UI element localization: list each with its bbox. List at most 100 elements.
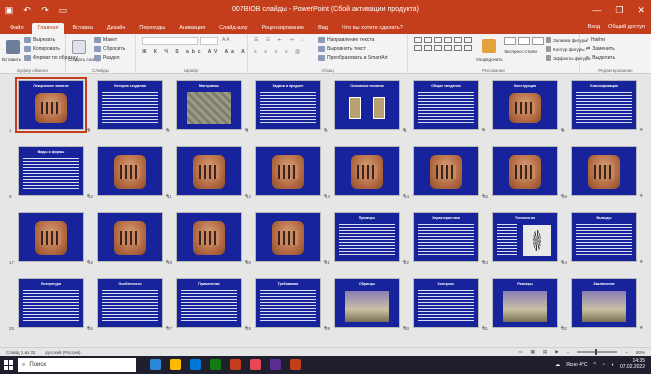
slide-thumbnail[interactable]: Конструкция: [492, 80, 558, 130]
find-button[interactable]: ⌕ Найти: [586, 37, 605, 43]
tab-6[interactable]: Слайд-шоу: [213, 23, 254, 34]
slide-thumbnail[interactable]: Выводы: [571, 212, 637, 262]
shapes-gallery[interactable]: [414, 37, 472, 51]
tab-3[interactable]: Дизайн: [101, 23, 132, 34]
taskbar-app-icon[interactable]: [210, 359, 221, 370]
taskbar-app-icon[interactable]: [230, 359, 241, 370]
zoom-in-icon[interactable]: +: [625, 350, 628, 355]
zoom-slider[interactable]: [577, 349, 618, 355]
taskbar-app-icon[interactable]: [270, 359, 281, 370]
arrange-icon[interactable]: [482, 39, 496, 53]
slide-thumbnail[interactable]: Контроль: [413, 278, 479, 328]
slide-thumbnail[interactable]: Требования: [255, 278, 321, 328]
taskbar-app-icon[interactable]: [190, 359, 201, 370]
close-button[interactable]: ✕: [637, 4, 645, 16]
transition-star-icon[interactable]: ★: [639, 127, 643, 133]
font-size-box[interactable]: [200, 37, 218, 45]
slide-thumbnail[interactable]: [571, 146, 637, 196]
slide-thumbnail[interactable]: Литература: [18, 278, 84, 328]
clock[interactable]: 14:35 07.02.2022: [620, 358, 645, 370]
paste-button[interactable]: Вставить: [2, 57, 21, 62]
weather-icon[interactable]: ☁: [555, 362, 560, 368]
chevron-up-icon[interactable]: ^: [594, 362, 596, 368]
slide-thumbnail[interactable]: [97, 212, 163, 262]
font-name-box[interactable]: [142, 37, 198, 45]
tab-4[interactable]: Переходы: [133, 23, 171, 34]
text-direction-button[interactable]: Направление текста: [318, 37, 374, 43]
slide-thumbnail[interactable]: [492, 146, 558, 196]
slide-thumbnail[interactable]: Задачи и предмет: [255, 80, 321, 130]
slide-thumbnail[interactable]: [255, 146, 321, 196]
shape-outline-button[interactable]: Контур фигуры: [546, 46, 584, 52]
tab-5[interactable]: Анимация: [173, 23, 211, 34]
align-buttons[interactable]: ≡ ≡ ≡ ≡ ▥: [254, 49, 303, 55]
volume-icon[interactable]: ◖: [611, 362, 614, 368]
reset-button[interactable]: Сбросить: [94, 46, 125, 52]
slide-thumbnail[interactable]: Технология: [492, 212, 558, 262]
slide-thumbnail[interactable]: Примеры: [334, 212, 400, 262]
tab-2[interactable]: Вставка: [66, 23, 98, 34]
font-format-buttons[interactable]: Ж К Ч S abc AV Aa A: [142, 49, 248, 55]
select-button[interactable]: ↖ Выделить: [586, 55, 615, 61]
paste-icon[interactable]: [6, 40, 20, 54]
replace-button[interactable]: ⇄ Заменить: [586, 46, 615, 52]
tab-8[interactable]: Вид: [312, 23, 334, 34]
slide-thumbnail[interactable]: История создания: [97, 80, 163, 130]
taskbar-app-icon[interactable]: [250, 359, 261, 370]
slide-thumbnail[interactable]: Лекционное занятие: [15, 77, 87, 133]
taskbar-app-icon[interactable]: [150, 359, 161, 370]
slide-thumbnail[interactable]: Размеры: [492, 278, 558, 328]
tab-1[interactable]: Главная: [31, 23, 65, 34]
slide-thumbnail[interactable]: [334, 146, 400, 196]
slide-thumbnail[interactable]: Основные понятия: [334, 80, 400, 130]
quick-styles-button[interactable]: Экспресс-стили: [504, 49, 537, 54]
smartart-button[interactable]: Преобразовать в SmartArt: [318, 55, 388, 61]
slide-thumbnail[interactable]: [255, 212, 321, 262]
normal-view-icon[interactable]: ▭: [518, 349, 522, 355]
taskbar-app-icon[interactable]: [290, 359, 301, 370]
slide-thumbnail[interactable]: [176, 146, 242, 196]
slide-thumbnail[interactable]: [18, 212, 84, 262]
taskbar-search[interactable]: ⌕ Поиск: [18, 358, 136, 372]
slide-thumbnail[interactable]: Образцы: [334, 278, 400, 328]
layout-button[interactable]: Макет: [94, 37, 117, 43]
slide-thumbnail[interactable]: [176, 212, 242, 262]
slide-thumbnail[interactable]: [97, 146, 163, 196]
taskbar-app-icon[interactable]: [170, 359, 181, 370]
slide-thumbnail[interactable]: Особенности: [97, 278, 163, 328]
maximize-button[interactable]: ❐: [615, 4, 623, 16]
new-slide-icon[interactable]: [72, 40, 86, 54]
slideshow-view-icon[interactable]: ▶: [555, 349, 558, 355]
slide-thumbnail[interactable]: Применение: [176, 278, 242, 328]
network-icon[interactable]: ◔: [602, 362, 605, 368]
list-buttons[interactable]: ☰ ☷ ⇤ ⇥ ↕: [254, 37, 306, 43]
sorter-view-icon[interactable]: ▦: [531, 349, 535, 355]
slide-thumbnail[interactable]: Характеристики: [413, 212, 479, 262]
align-text-button[interactable]: Выровнять текст: [318, 46, 366, 52]
weather-status[interactable]: Ясно 4°C: [566, 362, 587, 368]
zoom-out-icon[interactable]: −: [567, 350, 570, 355]
language-status[interactable]: русский (Россия): [45, 350, 80, 355]
section-button[interactable]: Раздел: [94, 55, 120, 61]
tab-9[interactable]: Что вы хотите сделать?: [336, 23, 409, 34]
slide-thumbnail[interactable]: Заключение: [571, 278, 637, 328]
tab-7[interactable]: Рецензирование: [256, 23, 310, 34]
share-button[interactable]: Общий доступ: [608, 24, 645, 30]
reading-view-icon[interactable]: ▤: [543, 349, 547, 355]
slide-thumbnail[interactable]: Материалы: [176, 80, 242, 130]
font-grow-icon[interactable]: A A: [222, 37, 230, 43]
quick-styles-gallery[interactable]: [504, 37, 544, 45]
signin-link[interactable]: Вход: [588, 24, 600, 30]
transition-star-icon[interactable]: ★: [639, 259, 643, 265]
transition-star-icon[interactable]: ★: [639, 325, 643, 331]
transition-star-icon[interactable]: ★: [639, 193, 643, 199]
zoom-level[interactable]: 80%: [636, 350, 645, 355]
arrange-button[interactable]: Упорядочить: [476, 57, 503, 62]
windows-start-icon[interactable]: [4, 360, 14, 370]
cut-button[interactable]: Вырезать: [24, 37, 55, 43]
minimize-button[interactable]: —: [592, 4, 601, 16]
slide-thumbnail[interactable]: [413, 146, 479, 196]
slide-thumbnail[interactable]: Виды и формы: [18, 146, 84, 196]
slide-thumbnail[interactable]: Классификация: [571, 80, 637, 130]
copy-button[interactable]: Копировать: [24, 46, 60, 52]
